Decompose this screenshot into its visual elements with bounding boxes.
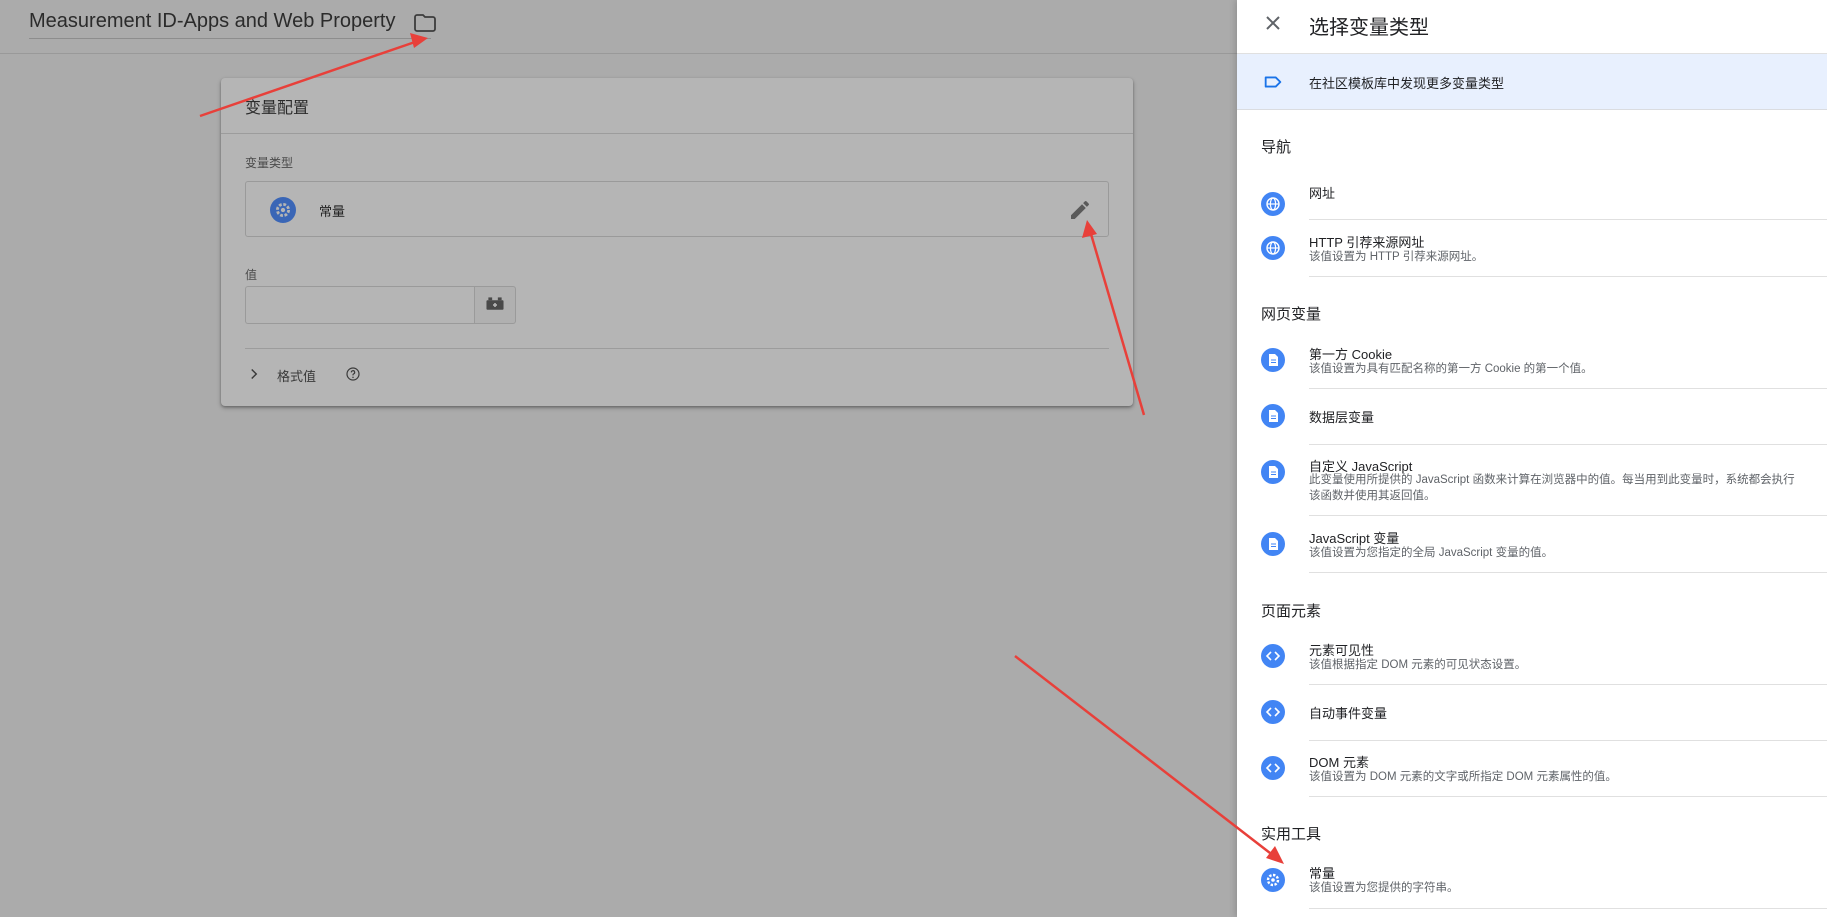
- item-description: 该函数并使用其返回值。: [1309, 490, 1436, 502]
- item-description: 该值设置为具有匹配名称的第一方 Cookie 的第一个值。: [1309, 363, 1593, 375]
- variable-type-panel: 选择变量类型 在社区模板库中发现更多变量类型 导航 网址 HTTP 引荐来源网址…: [1237, 0, 1827, 917]
- item-title: 第一方 Cookie: [1309, 347, 1393, 362]
- item-title: DOM 元素: [1309, 755, 1369, 770]
- help-icon[interactable]: [345, 366, 361, 382]
- panel-title: 选择变量类型: [1309, 17, 1429, 39]
- item-title: 数据层变量: [1309, 410, 1375, 425]
- item-description: 该值设置为您指定的全局 JavaScript 变量的值。: [1309, 547, 1554, 559]
- list-item-javascript-variable[interactable]: JavaScript 变量 该值设置为您指定的全局 JavaScript 变量的…: [1237, 516, 1827, 573]
- item-title: 常量: [1309, 866, 1336, 881]
- list-item-auto-event[interactable]: 自动事件变量: [1237, 684, 1827, 741]
- gear-icon: [1261, 868, 1285, 892]
- item-description: 该值设置为 HTTP 引荐来源网址。: [1309, 251, 1484, 263]
- item-title: 元素可见性: [1309, 643, 1375, 658]
- document-icon: [1261, 460, 1285, 484]
- list-item-custom-javascript[interactable]: 自定义 JavaScript 此变量使用所提供的 JavaScript 函数来计…: [1237, 444, 1827, 516]
- value-label: 值: [245, 268, 258, 282]
- gear-icon: [270, 197, 296, 223]
- item-title: HTTP 引荐来源网址: [1309, 235, 1425, 250]
- section-utilities: 实用工具: [1261, 826, 1322, 843]
- code-icon: [1261, 756, 1285, 780]
- document-icon: [1261, 532, 1285, 556]
- variable-type-label: 变量类型: [245, 156, 294, 170]
- item-description: 该值设置为 DOM 元素的文字或所指定 DOM 元素属性的值。: [1309, 771, 1617, 783]
- code-icon: [1261, 644, 1285, 668]
- folder-icon[interactable]: [413, 11, 437, 35]
- top-bar: Measurement ID-Apps and Web Property: [0, 0, 1237, 54]
- item-divider: [1309, 908, 1827, 909]
- item-description: 该值根据指定 DOM 元素的可见状态设置。: [1309, 659, 1527, 671]
- card-divider: [221, 133, 1133, 134]
- list-item-dom-element[interactable]: DOM 元素 该值设置为 DOM 元素的文字或所指定 DOM 元素属性的值。: [1237, 740, 1827, 797]
- panel-header: 选择变量类型: [1237, 0, 1827, 54]
- list-item-first-party-cookie[interactable]: 第一方 Cookie 该值设置为具有匹配名称的第一方 Cookie 的第一个值。: [1237, 332, 1827, 389]
- label-tag-icon: [1264, 76, 1282, 88]
- community-gallery-link[interactable]: 在社区模板库中发现更多变量类型: [1237, 54, 1827, 110]
- format-value-label: 格式值: [277, 369, 317, 384]
- list-item-http-referrer[interactable]: HTTP 引荐来源网址 该值设置为 HTTP 引荐来源网址。: [1237, 220, 1827, 277]
- variable-config-card: 变量配置 变量类型 常量 值 格式值: [221, 78, 1133, 406]
- app-title[interactable]: Measurement ID-Apps and Web Property: [29, 10, 395, 33]
- community-gallery-text: 在社区模板库中发现更多变量类型: [1309, 76, 1505, 91]
- document-icon: [1261, 404, 1285, 428]
- item-divider: [1309, 796, 1827, 797]
- code-icon: [1261, 700, 1285, 724]
- variable-type-selector[interactable]: 常量: [245, 181, 1109, 237]
- item-title: 网址: [1309, 186, 1336, 201]
- section-page-variables: 网页变量: [1261, 306, 1322, 323]
- item-divider: [1309, 572, 1827, 573]
- section-page-elements: 页面元素: [1261, 603, 1322, 620]
- close-icon[interactable]: [1261, 11, 1285, 35]
- title-underline: [29, 38, 431, 39]
- globe-icon: [1261, 236, 1285, 260]
- item-title: 自动事件变量: [1309, 706, 1388, 721]
- list-item-data-layer[interactable]: 数据层变量: [1237, 388, 1827, 445]
- section-navigation: 导航: [1261, 139, 1292, 156]
- card-title: 变量配置: [245, 100, 310, 117]
- variable-type-name: 常量: [319, 204, 346, 219]
- pencil-icon[interactable]: [1068, 198, 1092, 222]
- chevron-right-icon: [251, 368, 258, 380]
- globe-icon: [1261, 192, 1285, 216]
- list-item-element-visibility[interactable]: 元素可见性 该值根据指定 DOM 元素的可见状态设置。: [1237, 632, 1827, 688]
- list-item-constant[interactable]: 常量 该值设置为您提供的字符串。: [1237, 852, 1827, 909]
- item-divider: [1309, 276, 1827, 277]
- item-title: JavaScript 变量: [1309, 531, 1400, 546]
- item-description: 该值设置为您提供的字符串。: [1309, 882, 1459, 894]
- item-description: 此变量使用所提供的 JavaScript 函数来计算在浏览器中的值。每当用到此变…: [1309, 474, 1795, 486]
- document-icon: [1261, 348, 1285, 372]
- variable-picker-icon: [486, 297, 504, 310]
- card-divider: [245, 348, 1109, 349]
- annotation-arrow-constant: [1014, 655, 1271, 854]
- variable-picker-button[interactable]: [474, 286, 516, 324]
- value-input[interactable]: [245, 286, 474, 324]
